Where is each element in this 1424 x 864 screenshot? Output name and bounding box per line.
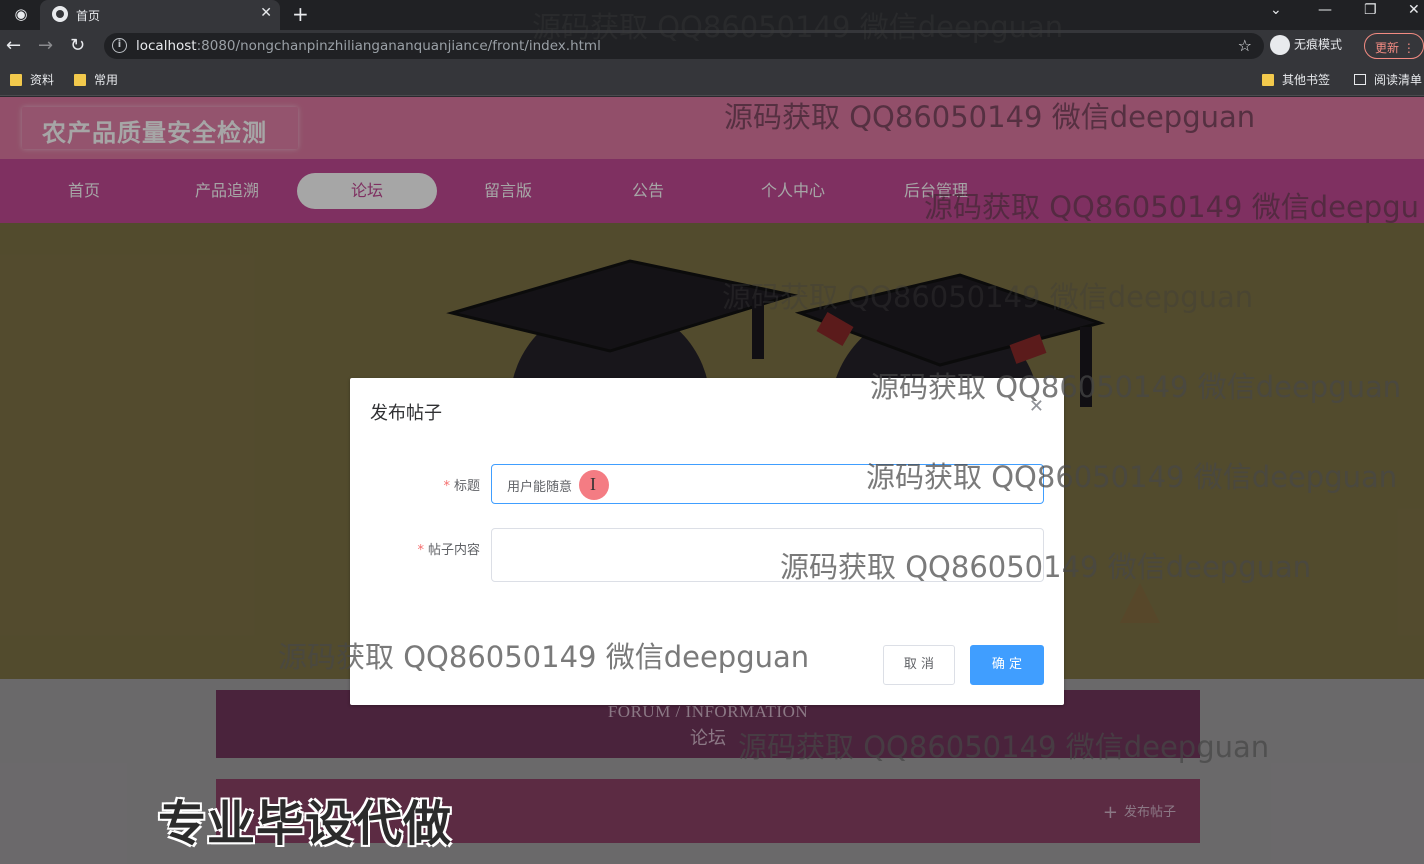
reading-list[interactable]: 阅读清单 (1354, 71, 1422, 88)
folder-icon (10, 74, 22, 86)
mouse-cursor-highlight (579, 470, 609, 500)
title-label: * 标题 (443, 479, 480, 494)
tab-search-icon[interactable]: ⌄ (1270, 2, 1282, 18)
browser-tab-strip: ◉ 首页 ✕ + ⌄ — ❐ ✕ (0, 0, 1424, 30)
bookmark-folder-other[interactable]: 其他书签 (1262, 71, 1330, 88)
page-viewport: 农产品质量安全检测 首页 产品追溯 论坛 留言版 公告 个人中心 后台管理 FO… (0, 97, 1424, 864)
reload-icon[interactable]: ↻ (70, 35, 85, 56)
bookmark-folder-ziliao[interactable]: 资料 (10, 71, 54, 88)
tab-title: 首页 (76, 9, 101, 23)
new-tab-icon[interactable]: + (292, 2, 309, 26)
back-icon[interactable]: ← (6, 35, 21, 56)
reading-list-icon (1354, 74, 1366, 85)
promo-caption: 专业毕设代做 (158, 796, 453, 852)
bookmark-star-icon[interactable]: ☆ (1238, 36, 1252, 55)
incognito-indicator[interactable]: 无痕模式 (1270, 35, 1342, 55)
cancel-button[interactable]: 取 消 (883, 645, 955, 685)
folder-icon (74, 74, 86, 86)
dialog-close-icon[interactable]: ✕ (1029, 396, 1044, 417)
site-info-icon[interactable]: i (112, 38, 127, 53)
content-label: * 帖子内容 (417, 543, 480, 558)
restore-icon[interactable]: ❐ (1364, 2, 1377, 18)
update-button[interactable]: 更新 ⋮ (1364, 33, 1424, 59)
folder-icon (1262, 74, 1274, 86)
tab-close-icon[interactable]: ✕ (260, 5, 272, 21)
incognito-icon (1270, 35, 1290, 55)
chrome-globe-icon[interactable]: ◉ (10, 3, 32, 25)
window-close-icon[interactable]: ✕ (1408, 2, 1420, 18)
publish-post-dialog: 发布帖子 ✕ *标题 用户能随意 *帖子内容 取 消 确 定 (350, 378, 1064, 705)
browser-toolbar: ← → ↻ i localhost:8080/nongchanpinzhilia… (0, 30, 1424, 62)
address-bar[interactable]: i localhost:8080/nongchanpinzhilianganan… (104, 33, 1264, 59)
title-input[interactable]: 用户能随意 (491, 464, 1044, 504)
bookmark-folder-changyong[interactable]: 常用 (74, 71, 118, 88)
tab-favicon-icon (52, 6, 68, 22)
url-text[interactable]: localhost:8080/nongchanpinzhiliangananqu… (136, 38, 601, 54)
bookmarks-bar: 资料 常用 其他书签 阅读清单 (0, 62, 1424, 96)
minimize-icon[interactable]: — (1318, 2, 1332, 18)
browser-tab[interactable]: 首页 ✕ (40, 0, 280, 30)
content-textarea[interactable] (491, 528, 1044, 582)
dialog-title: 发布帖子 (370, 403, 442, 424)
forward-icon[interactable]: → (38, 35, 53, 56)
confirm-button[interactable]: 确 定 (970, 645, 1044, 685)
